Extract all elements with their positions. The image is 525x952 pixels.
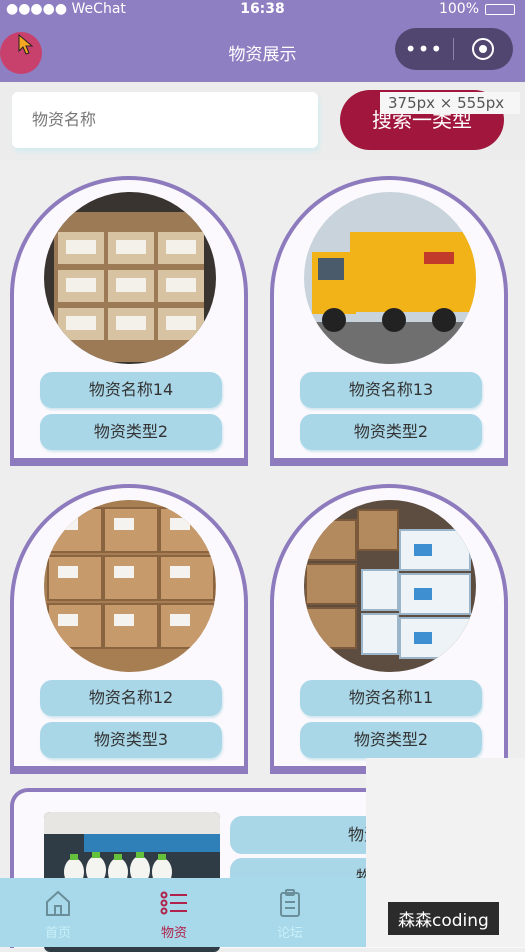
material-photo [44,500,216,672]
material-name: 物资名称11 [300,680,482,716]
material-card[interactable]: 物资名称11 物资类型2 [270,484,508,774]
nav-bar: 物资展示 ••• [0,20,525,82]
size-tooltip: 375px × 555px [380,92,520,114]
material-card[interactable]: 物资名称13 物资类型2 [270,176,508,466]
material-name: 物资名称12 [40,680,222,716]
material-photo [304,192,476,364]
battery-area: 100% [439,1,515,17]
material-name: 物资名称14 [40,372,222,408]
clipboard-icon [280,889,300,917]
tab-label: 首页 [44,926,71,941]
home-icon [46,890,70,916]
tab-home[interactable]: 首页 [0,878,116,947]
material-type: 物资类型3 [40,722,222,758]
more-icon[interactable]: ••• [395,28,453,70]
battery-icon [485,3,515,15]
material-card[interactable]: 物资名称14 物资类型2 [10,176,248,466]
watermark: 森森coding [388,902,499,935]
material-photo [44,192,216,364]
tab-label: 物资 [160,926,187,941]
material-name: 物资名称13 [300,372,482,408]
search-input[interactable]: 物资名称 [12,92,318,148]
material-photo [304,500,476,672]
battery-percent: 100% [438,1,479,17]
material-type: 物资类型2 [300,414,482,450]
tab-forum[interactable]: 论坛 [232,878,348,947]
tab-label: 论坛 [276,926,303,941]
mouse-cursor-icon [18,34,34,55]
tab-materials[interactable]: 物资 [116,878,232,947]
material-card[interactable]: 物资名称12 物资类型3 [10,484,248,774]
status-bar: ●●●●● WeChat 16:38 100% [0,0,525,20]
close-miniprogram-icon[interactable] [454,38,512,60]
material-type: 物资类型2 [40,414,222,450]
list-icon [160,891,187,915]
mini-program-capsule: ••• [395,28,513,70]
material-type: 物资类型2 [300,722,482,758]
